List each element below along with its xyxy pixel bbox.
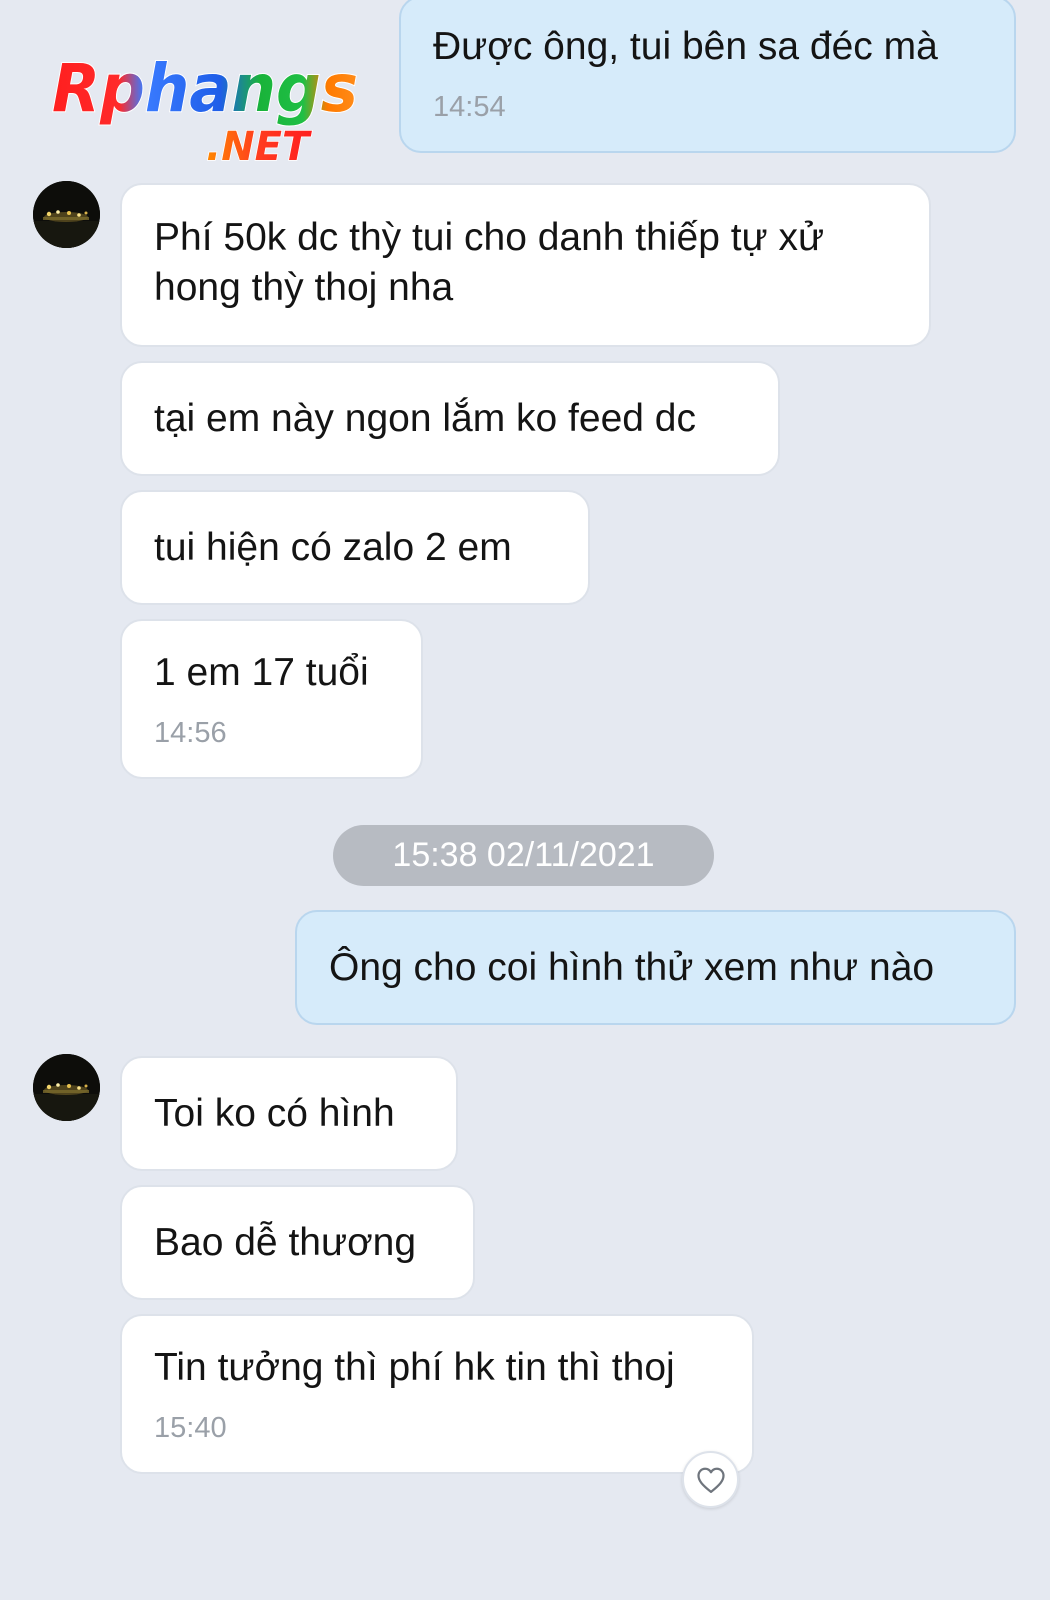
contact-avatar[interactable] xyxy=(33,181,100,248)
heart-icon xyxy=(696,1467,725,1493)
message-text: Ông cho coi hình thử xem như nào xyxy=(329,946,935,989)
message-bubble-incoming[interactable]: Phí 50k dc thỳ tui cho danh thiếp tự xử … xyxy=(120,183,931,347)
message-text: Phí 50k dc thỳ tui cho danh thiếp tự xử … xyxy=(154,216,825,309)
message-bubble-incoming[interactable]: Bao dễ thương xyxy=(120,1185,475,1300)
message-bubble-incoming[interactable]: tại em này ngon lắm ko feed dc xyxy=(120,361,780,476)
message-time: 15:40 xyxy=(154,1412,227,1444)
watermark-logo: Rphangs .NET xyxy=(51,55,359,170)
avatar-image xyxy=(33,181,100,248)
message-bubble-outgoing[interactable]: Được ông, tui bên sa đéc mà 14:54 xyxy=(399,0,1016,153)
message-text: tại em này ngon lắm ko feed dc xyxy=(154,397,696,440)
message-bubble-incoming[interactable]: Tin tưởng thì phí hk tin thì thoj 15:40 xyxy=(120,1314,754,1474)
date-separator: 15:38 02/11/2021 xyxy=(333,825,714,886)
watermark-brand: Rphangs xyxy=(52,55,358,127)
message-text: tui hiện có zalo 2 em xyxy=(154,526,512,569)
watermark-tld: .NET xyxy=(206,124,312,170)
message-bubble-incoming[interactable]: Toi ko có hình xyxy=(120,1056,458,1171)
message-text: Tin tưởng thì phí hk tin thì thoj xyxy=(154,1346,675,1389)
message-text: 1 em 17 tuổi xyxy=(154,651,369,694)
message-bubble-incoming[interactable]: 1 em 17 tuổi 14:56 xyxy=(120,619,423,779)
message-text: Bao dễ thương xyxy=(154,1221,417,1264)
message-text: Được ông, tui bên sa đéc mà xyxy=(433,25,938,68)
message-text: Toi ko có hình xyxy=(154,1092,395,1135)
message-time: 14:56 xyxy=(154,717,227,749)
message-bubble-incoming[interactable]: tui hiện có zalo 2 em xyxy=(120,490,590,605)
like-button[interactable] xyxy=(682,1451,739,1508)
avatar-image xyxy=(33,1054,100,1121)
contact-avatar[interactable] xyxy=(33,1054,100,1121)
message-time: 14:54 xyxy=(433,91,506,123)
message-bubble-outgoing[interactable]: Ông cho coi hình thử xem như nào xyxy=(295,910,1016,1025)
